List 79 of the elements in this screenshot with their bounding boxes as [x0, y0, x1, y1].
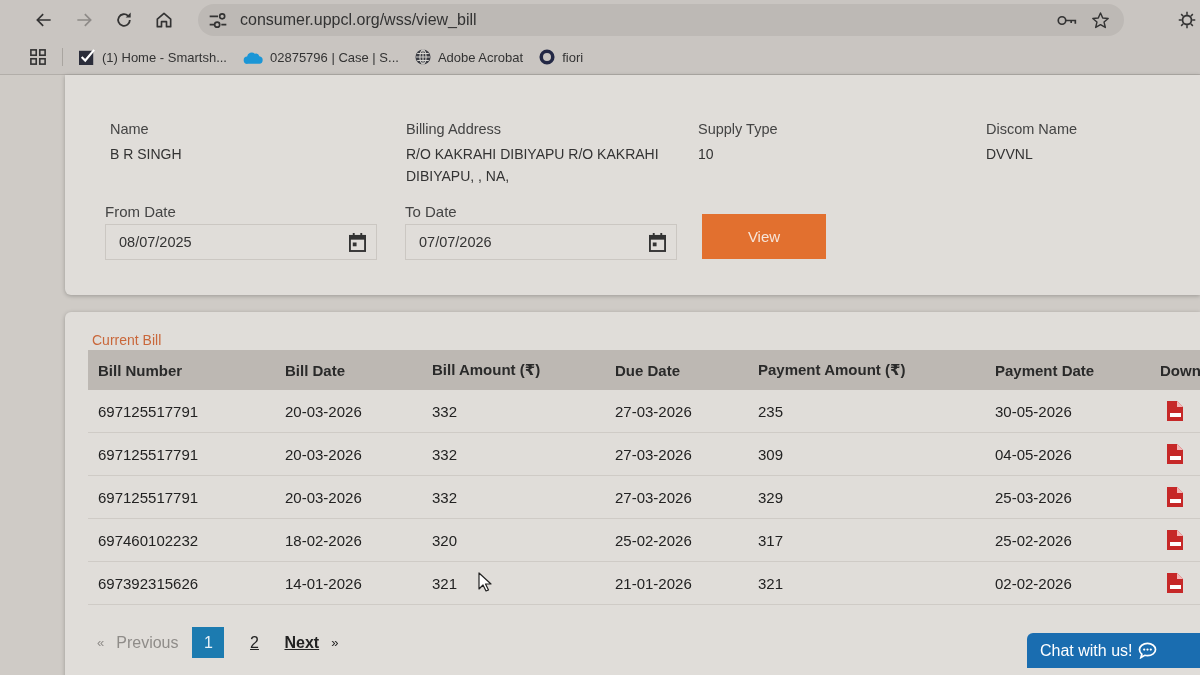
column-header: Due Date [615, 361, 681, 379]
mouse-pointer-icon [478, 572, 492, 592]
document-icon[interactable] [1167, 487, 1183, 507]
table-cell: 332 [432, 488, 458, 506]
field-label: Discom Name [986, 121, 1078, 137]
table-cell: 25-02-2026 [995, 531, 1072, 549]
field-value: R/O KAKRAHI DIBIYAPU R/O KAKRAHI DIBIYAPU, , NA, [406, 145, 660, 186]
star-icon[interactable] [1091, 10, 1110, 30]
table-cell: 332 [432, 445, 458, 463]
site-settings-icon[interactable] [208, 11, 228, 29]
document-icon[interactable] [1167, 530, 1183, 550]
field-label: Name [110, 121, 149, 137]
document-icon[interactable] [1167, 444, 1183, 464]
column-header: Payment Amount (₹) [758, 361, 906, 379]
bookmark-link[interactable]: 02875796 | Case | S... [242, 49, 399, 65]
table-cell: 20-03-2026 [285, 445, 362, 463]
table-cell: 04-05-2026 [995, 445, 1072, 463]
table-cell: 27-03-2026 [615, 402, 692, 420]
table-cell: 317 [758, 531, 784, 549]
table-cell: 18-02-2026 [285, 531, 362, 549]
key-icon[interactable] [1057, 13, 1077, 27]
page-link[interactable]: 1 [192, 627, 225, 658]
table-cell: 320 [432, 531, 458, 549]
table-cell: 697125517791 [98, 402, 199, 420]
table-cell: 25-03-2026 [995, 488, 1072, 506]
table-cell: 321 [758, 574, 784, 592]
next-link[interactable]: Next » [284, 633, 339, 652]
table-cell: 14-01-2026 [285, 574, 362, 592]
field-value: DVVNL [986, 145, 1033, 164]
bookmark-link[interactable]: (1) Home - Smartsh... [79, 49, 227, 65]
date-field[interactable]: 08/07/2025 [105, 224, 377, 260]
home-icon[interactable] [154, 10, 174, 30]
table-cell: 235 [758, 402, 784, 420]
chat-bubble-icon [1138, 642, 1158, 659]
table-cell: 02-02-2026 [995, 574, 1072, 592]
section-title: Current Bill [92, 332, 162, 348]
table-cell: 20-03-2026 [285, 488, 362, 506]
bookmark-link[interactable]: Adobe Acrobat [414, 49, 524, 65]
apps-grid-icon[interactable] [30, 49, 46, 65]
column-header: Bill Number [98, 361, 183, 379]
field-label: To Date [405, 203, 457, 220]
page-link[interactable]: 2 [238, 627, 271, 658]
table-cell: 309 [758, 445, 784, 463]
table-cell: 697125517791 [98, 445, 199, 463]
reload-icon[interactable] [114, 10, 134, 30]
globe-icon [414, 49, 431, 65]
document-icon[interactable] [1167, 573, 1183, 593]
table-cell: 25-02-2026 [615, 531, 692, 549]
checkbox-icon [79, 49, 95, 65]
calendar-icon[interactable] [649, 232, 666, 252]
column-header: Payment Date [995, 361, 1095, 379]
field-label: From Date [105, 203, 176, 220]
table-cell: 321 [432, 574, 458, 592]
table-cell: 21-01-2026 [615, 574, 692, 592]
table-cell: 697460102232 [98, 531, 199, 549]
ring-icon [539, 49, 556, 65]
field-value: B R SINGH [110, 145, 182, 164]
column-header: Down [1160, 361, 1200, 379]
table-cell: 27-03-2026 [615, 488, 692, 506]
field-value: 10 [698, 145, 714, 164]
field-label: Supply Type [698, 121, 778, 137]
table-cell: 20-03-2026 [285, 402, 362, 420]
sun-icon[interactable] [1178, 11, 1196, 29]
column-header: Bill Amount (₹) [432, 361, 541, 379]
table-cell: 329 [758, 488, 784, 506]
table-cell: 332 [432, 402, 458, 420]
date-field[interactable]: 07/07/2026 [405, 224, 677, 260]
chat-button[interactable]: Chat with us! [1027, 633, 1200, 668]
document-icon[interactable] [1167, 401, 1183, 421]
bookmark-link[interactable]: fiori [539, 49, 584, 65]
column-header: Bill Date [285, 361, 345, 379]
field-label: Billing Address [406, 121, 502, 137]
table-cell: 27-03-2026 [615, 445, 692, 463]
cloud-icon [242, 50, 263, 64]
calendar-icon[interactable] [349, 232, 366, 252]
table-cell: 697125517791 [98, 488, 199, 506]
table-cell: 697392315626 [98, 574, 199, 592]
address-bar[interactable]: consumer.uppcl.org/wss/view_bill [198, 4, 1124, 36]
table-cell: 30-05-2026 [995, 402, 1072, 420]
